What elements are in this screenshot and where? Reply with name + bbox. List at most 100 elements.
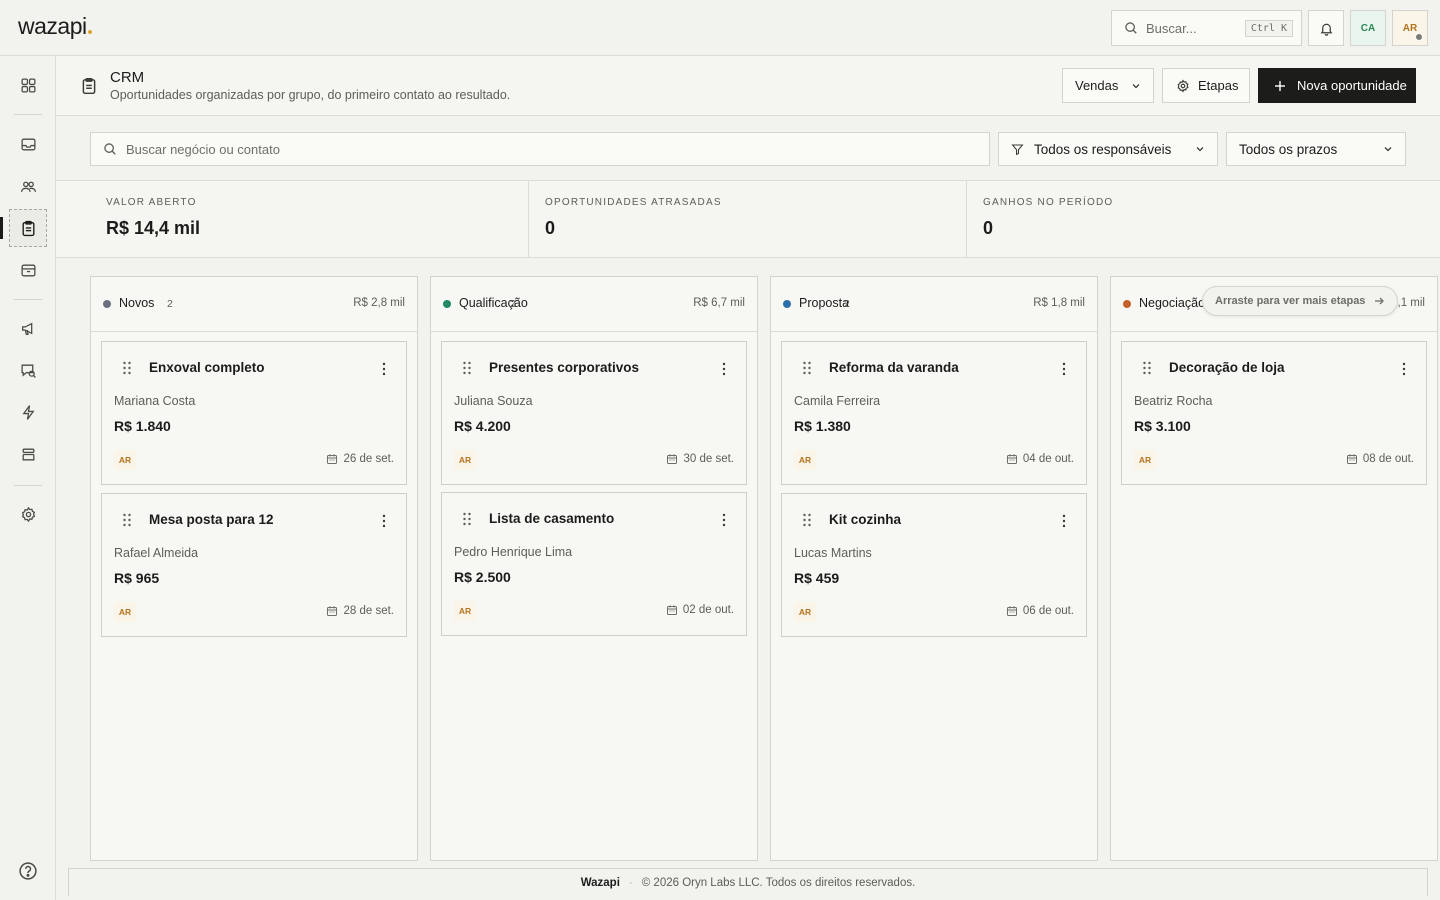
column-header[interactable]: Novos 2 R$ 2,8 mil: [91, 277, 417, 332]
deal-card[interactable]: Reforma da varanda Camila Ferreira R$ 1.38…: [781, 341, 1087, 485]
user-avatar-button[interactable]: AR: [1392, 10, 1428, 46]
app-logo[interactable]: wazapi: [18, 13, 92, 40]
deal-card[interactable]: Mesa posta para 12 Rafael Almeida R$ 965 AR…: [101, 493, 407, 637]
deal-contact: Pedro Henrique Lima: [454, 545, 573, 559]
deadline-filter-label: Todos os prazos: [1239, 141, 1338, 157]
drag-handle-icon[interactable]: [802, 361, 812, 375]
kanban-board: Novos 2 R$ 2,8 mil Enxoval completo Mariana …: [56, 258, 1440, 868]
drag-handle-icon[interactable]: [802, 513, 812, 527]
stat-divider: [528, 181, 529, 258]
chevron-down-icon: [1132, 83, 1140, 88]
workspace-avatar-button[interactable]: CA: [1350, 10, 1386, 46]
footer-copyright: © 2026 Oryn Labs LLC. Todos os direitos …: [641, 876, 916, 889]
deal-due-date: 30 de set.: [666, 453, 734, 465]
owner-avatar: AR: [114, 450, 136, 470]
user-avatar-label: AR: [1402, 22, 1418, 34]
stats-bar: VALOR ABERTO R$ 14,4 mil OPORTUNIDADES A…: [56, 181, 1440, 258]
more-options-icon[interactable]: [722, 362, 726, 376]
sidebar-item-messages[interactable]: [14, 356, 42, 384]
gear-icon: [1177, 79, 1189, 92]
sidebar-item-archive[interactable]: [14, 256, 42, 284]
pipeline-select[interactable]: Vendas: [1062, 68, 1154, 103]
deal-card[interactable]: Lista de casamento Pedro Henrique Lima R$ …: [441, 492, 747, 636]
deal-value: R$ 3.100: [1134, 418, 1191, 434]
deal-value: R$ 965: [114, 570, 160, 586]
deal-title: Enxoval completo: [149, 360, 265, 375]
owner-filter-label: Todos os responsáveis: [1034, 141, 1172, 157]
deal-value: R$ 1.380: [794, 418, 851, 434]
calendar-icon: [326, 453, 343, 465]
owner-avatar: AR: [454, 450, 476, 470]
owner-avatar: AR: [114, 602, 136, 622]
deal-due-date: 26 de set.: [326, 453, 394, 465]
deal-value: R$ 2.500: [454, 569, 511, 585]
drag-handle-icon[interactable]: [1142, 361, 1152, 375]
deal-title: Lista de casamento: [489, 511, 615, 526]
sidebar-item-campaigns[interactable]: [14, 314, 42, 342]
more-options-icon[interactable]: [382, 514, 386, 528]
deal-card[interactable]: Presentes corporativos Juliana Souza R$ 4.…: [441, 341, 747, 485]
sidebar-item-dashboard[interactable]: [14, 71, 42, 99]
stat-label: GANHOS NO PERÍODO: [983, 197, 1114, 208]
sidebar-item-settings[interactable]: [14, 500, 42, 528]
scroll-hint-pill[interactable]: Arraste para ver mais etapas: [1202, 286, 1399, 316]
filter-icon: [1011, 144, 1024, 155]
column-name: Proposta: [799, 296, 850, 310]
column-count: 2: [844, 298, 850, 310]
deal-contact: Mariana Costa: [114, 394, 196, 408]
search-icon: [1125, 22, 1137, 34]
kanban-column: Negociação1R$ 3,1 milDecoração de lojaBe…: [1110, 276, 1438, 861]
deal-search-input[interactable]: Buscar negócio ou contato: [90, 132, 990, 166]
owner-filter-select[interactable]: Todos os responsáveis: [998, 132, 1218, 166]
sidebar-item-contacts[interactable]: [14, 172, 42, 200]
deal-card[interactable]: Enxoval completo Mariana Costa R$ 1.840 AR 2…: [101, 341, 407, 485]
column-color-dot: [783, 300, 791, 308]
more-options-icon[interactable]: [382, 362, 386, 376]
global-search-input[interactable]: Buscar... Ctrl K: [1111, 10, 1302, 46]
drag-handle-icon[interactable]: [122, 361, 132, 375]
column-count: 2: [167, 298, 173, 310]
gear-icon: [21, 506, 35, 522]
deadline-filter-select[interactable]: Todos os prazos: [1226, 132, 1406, 166]
new-opportunity-button[interactable]: Nova oportunidade: [1258, 68, 1416, 103]
column-total: R$ 6,7 mil: [693, 297, 745, 309]
column-header[interactable]: Qualificação 2 R$ 6,7 mil: [431, 277, 757, 332]
sidebar-item-automations[interactable]: [14, 398, 42, 426]
footer: Wazapi · © 2026 Oryn Labs LLC. Todos os …: [68, 868, 1428, 896]
more-options-icon[interactable]: [1062, 514, 1066, 528]
kanban-column: Proposta 2 R$ 1,8 mil Reforma da varanda Cam…: [770, 276, 1098, 861]
sidebar-item-inbox[interactable]: [14, 130, 42, 158]
stat-value: 0: [983, 218, 994, 238]
deal-card[interactable]: Decoração de loja Beatriz Rocha R$ 3.100 AR…: [1121, 341, 1427, 485]
drag-handle-icon[interactable]: [122, 513, 132, 527]
bell-icon: [1320, 23, 1332, 36]
top-bar: wazapi Buscar... Ctrl K CA AR: [0, 0, 1440, 56]
column-color-dot: [1123, 300, 1131, 308]
drag-handle-icon[interactable]: [462, 512, 472, 526]
column-header[interactable]: Proposta 2 R$ 1,8 mil: [771, 277, 1097, 332]
help-icon[interactable]: [18, 861, 38, 881]
workspace-avatar-label: CA: [1360, 22, 1376, 34]
deal-card[interactable]: Kit cozinha Lucas Martins R$ 459 AR 06 de ou…: [781, 493, 1087, 637]
inbox-icon: [20, 138, 36, 150]
deal-due-date-label: 06 de out.: [1022, 605, 1074, 617]
search-shortcut-badge: Ctrl K: [1244, 19, 1293, 37]
sidebar-item-store[interactable]: [14, 440, 42, 468]
more-options-icon[interactable]: [722, 513, 726, 527]
deal-search-placeholder: Buscar negócio ou contato: [126, 141, 280, 157]
deal-title: Reforma da varanda: [829, 360, 959, 375]
stages-button-label: Etapas: [1198, 78, 1239, 93]
more-options-icon[interactable]: [1402, 362, 1406, 376]
deal-due-date: 02 de out.: [666, 604, 734, 616]
deal-title: Presentes corporativos: [489, 360, 640, 375]
deal-value: R$ 1.840: [114, 418, 171, 434]
owner-avatar: AR: [454, 601, 476, 621]
deal-value: R$ 459: [794, 570, 840, 586]
notifications-button[interactable]: [1308, 10, 1344, 46]
more-options-icon[interactable]: [1062, 362, 1066, 376]
deal-title: Decoração de loja: [1169, 360, 1285, 375]
search-icon: [104, 143, 116, 155]
drag-handle-icon[interactable]: [462, 361, 472, 375]
sidebar-item-crm[interactable]: [9, 209, 47, 247]
stages-button[interactable]: Etapas: [1162, 68, 1250, 103]
